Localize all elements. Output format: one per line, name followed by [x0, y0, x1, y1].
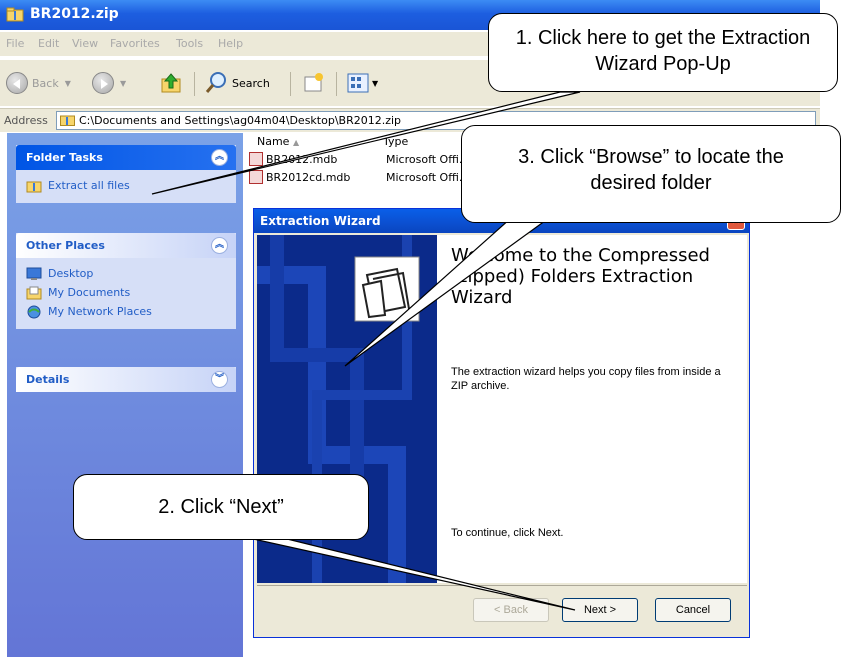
wizard-continue-text: To continue, click Next.: [451, 527, 564, 539]
column-header-type[interactable]: Type: [383, 135, 408, 148]
wizard-heading: Welcome to the Compressed (zipped) Folde…: [451, 245, 710, 308]
wizard-title: Extraction Wizard: [260, 214, 381, 228]
address-path: C:\Documents and Settings\ag04m04\Deskto…: [79, 114, 402, 127]
file-name: BR2012.mdb: [266, 152, 338, 166]
forward-dropdown-icon: ▼: [120, 78, 127, 88]
back-dropdown-icon: ▼: [64, 78, 71, 88]
views-dropdown-icon: ▼: [372, 78, 379, 88]
collapse-chevron-icon[interactable]: ︽: [211, 149, 228, 166]
back-label: Back: [32, 76, 59, 90]
details-title: Details: [26, 373, 70, 386]
menu-help[interactable]: Help: [218, 37, 243, 50]
other-places-header[interactable]: Other Places ︽: [16, 233, 236, 258]
other-places-item-my-documents[interactable]: My Documents: [26, 283, 226, 302]
my-network-places-label: My Network Places: [48, 305, 152, 318]
search-button[interactable]: Search: [204, 70, 270, 96]
file-type: Microsoft Offi...: [386, 170, 470, 184]
network-places-icon: [27, 305, 41, 318]
window-title: BR2012.zip: [30, 6, 119, 22]
wizard-back-button[interactable]: < Back: [473, 598, 549, 622]
extract-all-files-label: Extract all files: [48, 179, 130, 192]
menu-view[interactable]: View: [72, 37, 98, 50]
wizard-next-button[interactable]: Next >: [562, 598, 638, 622]
access-database-icon: [249, 170, 263, 184]
up-folder-icon: [161, 73, 181, 93]
file-row[interactable]: BR2012.mdb Microsoft Offi...: [249, 151, 469, 167]
views-button[interactable]: ▼: [346, 70, 378, 96]
zip-folder-icon: [6, 7, 24, 22]
desktop-label: Desktop: [48, 267, 94, 280]
details-header[interactable]: Details ︾: [16, 367, 236, 392]
file-name: BR2012cd.mdb: [266, 170, 351, 184]
other-places-item-desktop[interactable]: Desktop: [26, 264, 226, 283]
file-row[interactable]: BR2012cd.mdb Microsoft Offi...: [249, 169, 469, 185]
toolbar-separator: [336, 72, 337, 96]
wizard-button-bar: < Back Next > Cancel: [257, 585, 747, 635]
menu-edit[interactable]: Edit: [38, 37, 59, 50]
views-icon: [347, 73, 369, 93]
search-label: Search: [232, 76, 270, 90]
search-icon: [205, 72, 226, 93]
zip-folder-icon: [60, 115, 75, 126]
other-places-panel: Other Places ︽ Desktop My Documents My N…: [16, 233, 236, 329]
new-folder-icon: [304, 73, 323, 92]
menu-tools[interactable]: Tools: [176, 37, 203, 50]
expand-chevron-icon[interactable]: ︾: [211, 371, 228, 388]
desktop-icon: [26, 267, 42, 280]
sort-ascending-icon: ▲: [292, 138, 300, 147]
wizard-content: Welcome to the Compressed (zipped) Folde…: [437, 235, 747, 583]
my-documents-icon: [26, 286, 42, 299]
back-arrow-icon: [6, 72, 28, 94]
folder-tasks-title: Folder Tasks: [26, 151, 103, 164]
extract-folder-icon: [26, 181, 42, 192]
callout-step-2: 2. Click “Next”: [73, 474, 369, 540]
folder-tasks-header[interactable]: Folder Tasks ︽: [16, 145, 236, 170]
extraction-wizard-dialog: Extraction Wizard ✕ Welcome to the Compr…: [253, 208, 750, 638]
file-type: Microsoft Offi...: [386, 152, 470, 166]
forward-arrow-icon: [92, 72, 114, 94]
column-header-name[interactable]: Name ▲: [257, 135, 299, 148]
up-folder-button[interactable]: [160, 70, 184, 96]
details-panel: Details ︾: [16, 367, 236, 392]
other-places-title: Other Places: [26, 239, 105, 252]
collapse-chevron-icon[interactable]: ︽: [211, 237, 228, 254]
menu-file[interactable]: File: [6, 37, 24, 50]
callout-step-3: 3. Click “Browse” to locate the desired …: [461, 125, 841, 223]
address-label: Address: [4, 114, 48, 127]
menu-favorites[interactable]: Favorites: [110, 37, 160, 50]
task-pane: Folder Tasks ︽ Extract all files Other P…: [7, 133, 243, 657]
other-places-item-my-network-places[interactable]: My Network Places: [26, 302, 226, 321]
toolbar-separator: [290, 72, 291, 96]
new-folder-button[interactable]: [302, 70, 326, 96]
wizard-description: The extraction wizard helps you copy fil…: [451, 366, 721, 392]
my-documents-label: My Documents: [48, 286, 131, 299]
back-button[interactable]: Back ▼: [6, 70, 71, 96]
access-database-icon: [249, 152, 263, 166]
folder-tasks-panel: Folder Tasks ︽ Extract all files: [16, 145, 236, 203]
wizard-cancel-button[interactable]: Cancel: [655, 598, 731, 622]
forward-button[interactable]: ▼: [92, 70, 126, 96]
column-name-label: Name: [257, 135, 290, 148]
toolbar-separator: [194, 72, 195, 96]
callout-step-1: 1. Click here to get the Extraction Wiza…: [488, 13, 838, 92]
extract-all-files-link[interactable]: Extract all files: [26, 176, 226, 195]
